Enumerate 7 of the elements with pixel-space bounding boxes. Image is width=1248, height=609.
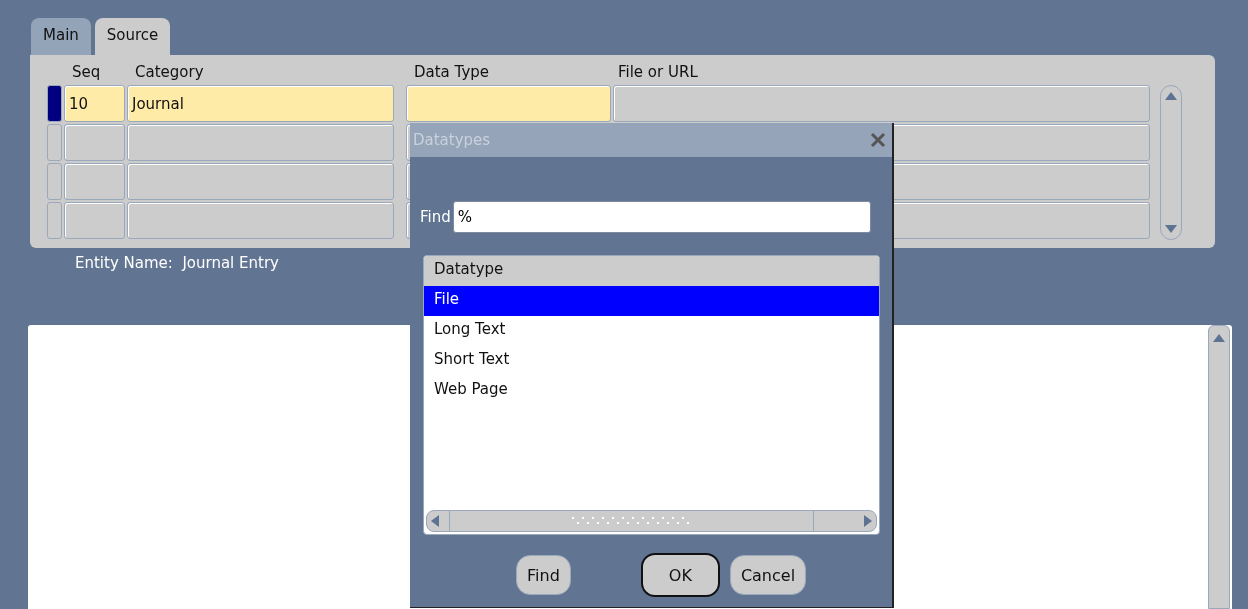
list-header: Datatype [424,256,879,286]
entity-name: Entity Name: Journal Entry [75,254,279,272]
column-header: Seq [71,63,102,83]
find-label: Find [420,208,451,226]
column-header: Data Type [413,63,491,83]
column-header: Category [134,63,205,83]
column-header: File or URL [617,63,699,83]
